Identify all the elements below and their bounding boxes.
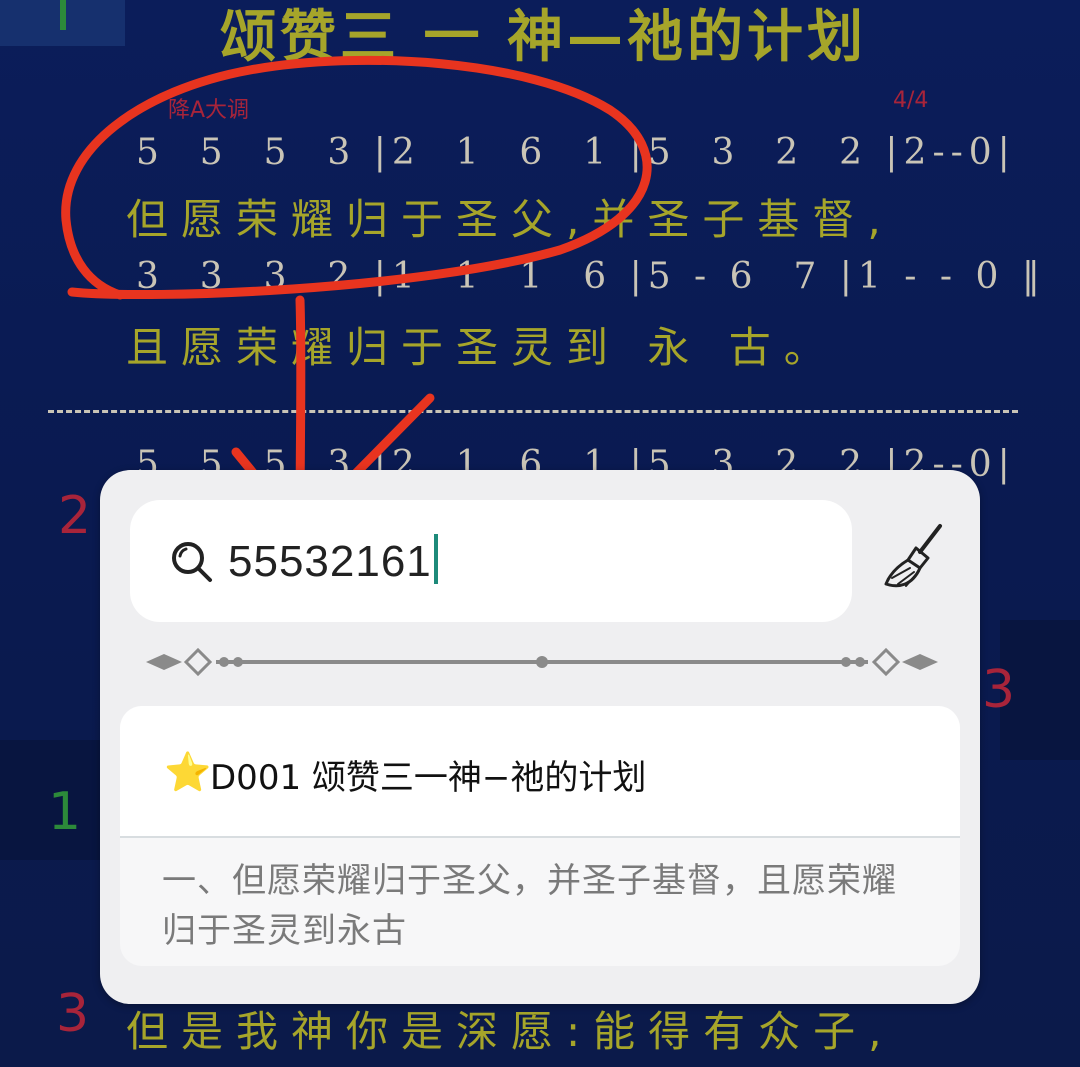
search-input[interactable]: 55532161 [130, 500, 852, 622]
song-title: 颂赞三 一 神—祂的计划 [220, 5, 867, 70]
verse-number: 3 [56, 984, 90, 1044]
search-popup: 55532161 ⭐ D001 颂赞三一神−祂的计划 一、但愿荣耀归于圣父，并圣… [100, 470, 980, 1004]
notation-line-1: 5 5 5 3 |2 1 6 1 |5 3 2 2 |2--0| [136, 132, 1016, 173]
ornamental-divider [146, 647, 938, 677]
search-result-card[interactable]: ⭐ D001 颂赞三一神−祂的计划 一、但愿荣耀归于圣父，并圣子基督，且愿荣耀归… [120, 706, 960, 966]
star-icon: ⭐ [164, 750, 212, 794]
search-query: 55532161 [228, 534, 438, 587]
search-icon [172, 542, 212, 582]
lyrics-line-2: 且愿荣耀归于圣灵到 永 古。 [126, 323, 839, 372]
result-snippet: 一、但愿荣耀归于圣父，并圣子基督，且愿荣耀归于圣灵到永古 [162, 861, 897, 951]
section-divider [48, 410, 1018, 413]
broom-icon[interactable] [880, 522, 952, 594]
lyrics-line-4: 但是我神你是深愿:能得有众子, [126, 1007, 895, 1056]
key-signature: 降A大调 [168, 98, 250, 123]
result-title: D001 颂赞三一神−祂的计划 [210, 758, 647, 798]
time-signature: 4/4 [893, 88, 929, 113]
verse-number: 2 [58, 486, 92, 546]
verse-number: 1 [48, 782, 82, 842]
lyrics-line-1: 但愿荣耀归于圣父,并圣子基督, [126, 195, 894, 244]
verse-number: 3 [982, 660, 1016, 720]
result-header: ⭐ D001 颂赞三一神−祂的计划 [120, 706, 960, 838]
corner-indicator [0, 0, 125, 46]
text-caret [433, 534, 438, 584]
notation-line-2: 3 3 3 2 |1 1 1 6 |5 - 6 7 |1 - - 0 ‖ [136, 256, 1046, 297]
